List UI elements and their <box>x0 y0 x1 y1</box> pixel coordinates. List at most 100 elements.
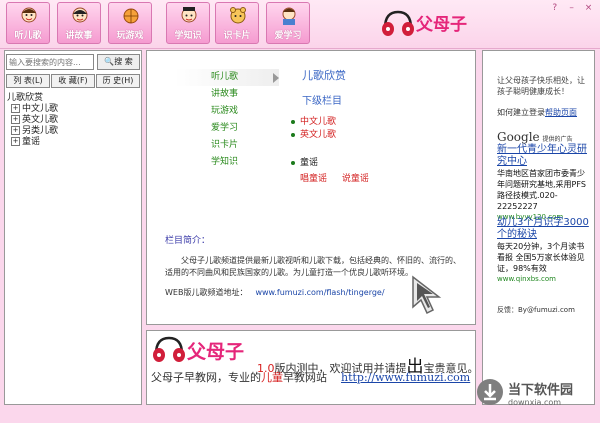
menu-item-play[interactable]: 玩游戏 <box>175 103 279 120</box>
nav-listen-button[interactable]: 听儿歌 <box>6 2 50 44</box>
category-tree: 儿歌欣赏 + 中文儿歌 + 英文儿歌 + 另类儿歌 + 童谣 <box>7 93 139 148</box>
tree-item-label: 英文儿歌 <box>22 115 59 125</box>
nav-cards-label: 识卡片 <box>223 31 251 41</box>
tree-item-label: 另类儿歌 <box>22 126 59 136</box>
slogan: 父母子早教网，专业的儿童早教网站 http://www.fumuzi.com <box>151 369 470 385</box>
expand-icon[interactable]: + <box>11 137 20 146</box>
help-window-button[interactable]: ? <box>549 3 560 14</box>
slogan-end: 早教网站 <box>283 371 327 384</box>
subsection-title: 下级栏目 <box>302 96 342 107</box>
feedback-email[interactable]: 反馈：By@fumuzi.com <box>497 305 575 315</box>
ad-body: 华南地区首家团市委青少年问题研究基地,采用PFS路径技模式.020-222522… <box>497 169 586 211</box>
tab-list[interactable]: 列 表(L) <box>6 74 50 88</box>
nav-play-button[interactable]: 玩游戏 <box>108 2 152 44</box>
right-panel: 让父母孩子快乐相处，让孩子聪明健康成长！ 如何建立登录帮助页面 Google 提… <box>482 50 595 405</box>
ad-url[interactable]: www.qinxbs.com <box>497 274 592 285</box>
menu-item-listen[interactable]: 听儿歌 <box>175 69 279 86</box>
tree-item-english[interactable]: + 英文儿歌 <box>7 115 139 126</box>
reader-icon <box>282 7 296 25</box>
category-rhyme-link[interactable]: 童谣 <box>291 157 318 169</box>
search-input[interactable] <box>6 54 94 70</box>
expand-icon[interactable]: + <box>11 126 20 135</box>
ads-provided-label: 提供的广告 <box>542 136 573 143</box>
subcategory-say-link[interactable]: 说童谣 <box>342 174 369 184</box>
bullet-icon <box>291 119 295 124</box>
google-ads-header: Google 提供的广告 <box>497 130 573 144</box>
nav-listen-label: 听儿歌 <box>14 31 42 41</box>
minimize-window-button[interactable]: – <box>566 3 577 14</box>
site-link[interactable]: http://www.fumuzi.com <box>341 371 470 384</box>
nav-study-button[interactable]: 爱学习 <box>266 2 310 44</box>
menu-item-cards[interactable]: 识卡片 <box>175 137 279 154</box>
search-button[interactable]: 🔍搜 索 <box>97 54 140 70</box>
subcategory-list: 唱童谣 说童谣 <box>300 171 381 184</box>
nav-learn-label: 学知识 <box>174 31 202 41</box>
tree-item-alternative[interactable]: + 另类儿歌 <box>7 126 139 137</box>
intro-label: 栏目简介： <box>165 236 211 246</box>
subcategory-sing-link[interactable]: 唱童谣 <box>300 174 327 184</box>
tree-item-label: 中文儿歌 <box>22 104 59 114</box>
tree-item-chinese[interactable]: + 中文儿歌 <box>7 104 139 115</box>
tree-root[interactable]: 儿歌欣赏 <box>7 93 139 104</box>
category-label: 中文儿歌 <box>300 117 337 127</box>
category-chinese-link[interactable]: 中文儿歌 <box>291 116 336 128</box>
banner-logo: 父母子 <box>151 334 261 366</box>
nav-cards-button[interactable]: 识卡片 <box>215 2 259 44</box>
web-address: WEB版儿歌频道地址： www.fumuzi.com/flash/tingerge… <box>165 287 385 298</box>
kid-face-icon <box>21 7 37 23</box>
ad-title[interactable]: 新一代青少年心灵研究中心 <box>497 144 592 168</box>
expand-icon[interactable]: + <box>11 115 20 124</box>
search-button-label: 搜 索 <box>114 57 133 66</box>
banner-logo-text: 父母子 <box>187 341 245 363</box>
ad-body: 每天20分钟，3个月读书看报 全国5万家长体验见证，98%有效 <box>497 242 585 273</box>
web-address-link[interactable]: www.fumuzi.com/flash/tingerge/ <box>255 288 384 297</box>
headphones-icon <box>153 336 185 362</box>
nav-play-label: 玩游戏 <box>116 31 144 41</box>
magnifier-icon: 🔍 <box>104 57 115 66</box>
left-tabs: 列 表(L) 收 藏(F) 历 史(H) <box>6 74 140 88</box>
ball-icon <box>123 8 139 24</box>
window-controls: ? – × <box>546 3 594 14</box>
help-page-link[interactable]: 帮助页面 <box>545 108 577 117</box>
content-title: 儿歌欣赏 <box>302 69 346 82</box>
search-row: 🔍搜 索 <box>6 54 140 70</box>
nav-study-label: 爱学习 <box>274 31 302 41</box>
welcome-text: 让父母孩子快乐相处，让孩子聪明健康成长！ <box>497 76 585 96</box>
ad-title[interactable]: 幼儿3个月识字3000个的秘诀 <box>497 217 592 241</box>
app-window: 听儿歌 讲故事 玩游戏 学知识 识卡片 爱学习 父母子 ? – × 输入要搜索的… <box>0 0 600 423</box>
bullet-icon <box>291 132 295 137</box>
app-logo: 父母子 <box>380 6 467 42</box>
menu-item-study[interactable]: 爱学习 <box>175 120 279 137</box>
ad-item[interactable]: 幼儿3个月识字3000个的秘诀 每天20分钟，3个月读书看报 全国5万家长体验见… <box>497 217 592 285</box>
tree-item-rhymes[interactable]: + 童谣 <box>7 137 139 148</box>
nav-story-button[interactable]: 讲故事 <box>57 2 101 44</box>
animal-card-icon <box>230 7 246 24</box>
nav-learn-button[interactable]: 学知识 <box>166 2 210 44</box>
watermark: 当下软件园 downxia.com <box>475 375 597 419</box>
student-icon <box>181 7 197 23</box>
slogan-start: 父母子早教网，专业的 <box>151 371 261 384</box>
expand-icon[interactable]: + <box>11 104 20 113</box>
download-icon <box>477 379 503 405</box>
category-english-link[interactable]: 英文儿歌 <box>291 129 336 141</box>
menu-item-label: 听儿歌 <box>211 72 239 82</box>
logo-text: 父母子 <box>416 15 467 35</box>
cursor-arrow-icon <box>412 275 442 315</box>
tree-item-label: 童谣 <box>22 137 41 147</box>
web-address-label: WEB版儿歌频道地址： <box>165 288 248 297</box>
bullet-icon <box>291 160 295 165</box>
close-window-button[interactable]: × <box>583 3 594 14</box>
nav-story-label: 讲故事 <box>65 31 93 41</box>
ad-item[interactable]: 新一代青少年心灵研究中心 华南地区首家团市委青少年问题研究基地,采用PFS路径技… <box>497 144 592 223</box>
login-help: 如何建立登录帮助页面 <box>497 107 577 118</box>
section-menu: 听儿歌 讲故事 玩游戏 爱学习 识卡片 学知识 <box>175 69 279 171</box>
bottom-banner: 父母子 1.0版内测中，欢迎试用并请提出宝贵意见。 父母子早教网，专业的儿童早教… <box>146 330 476 405</box>
storyteller-icon <box>72 7 88 23</box>
menu-item-knowledge[interactable]: 学知识 <box>175 154 279 171</box>
headphones-icon <box>382 10 414 36</box>
triangle-right-icon <box>273 73 279 83</box>
menu-item-story[interactable]: 讲故事 <box>175 86 279 103</box>
tab-favorites[interactable]: 收 藏(F) <box>51 74 95 88</box>
howto-label: 如何建立登录 <box>497 108 545 117</box>
tab-history[interactable]: 历 史(H) <box>96 74 140 88</box>
